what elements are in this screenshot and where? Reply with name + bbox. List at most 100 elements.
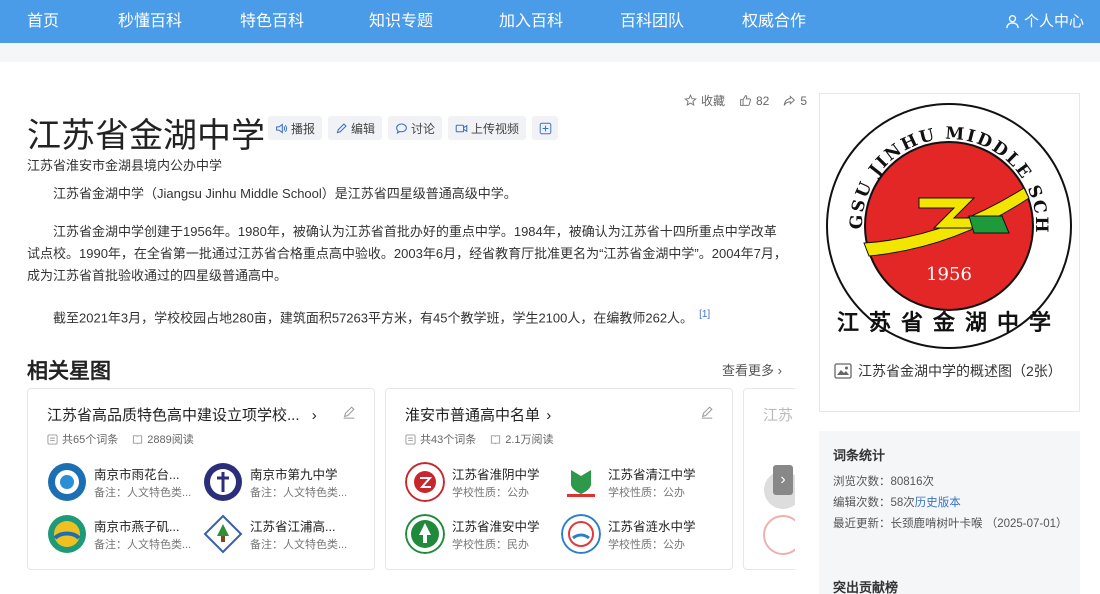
pencil-icon — [336, 122, 347, 133]
speaker-icon — [276, 122, 287, 134]
school-logo — [405, 462, 445, 502]
entry-name: 南京市雨花台... — [94, 468, 180, 482]
user-icon — [1006, 15, 1019, 29]
view-more-link[interactable]: 查看更多 › — [722, 360, 782, 379]
subtitle: 江苏省淮安市金湖县境内公办中学 — [27, 158, 223, 173]
pencil-icon[interactable] — [342, 405, 356, 419]
chevron-right-icon: › — [546, 407, 552, 424]
last-updated: 最近更新：长颈鹿啃树叶卡喉 （2025-07-01） — [833, 518, 1068, 530]
entry-name: 江苏省淮安中学 — [452, 520, 540, 534]
entry-note: 备注：人文特色类... — [94, 539, 192, 551]
entry-name: 江苏省涟水中学 — [608, 520, 696, 534]
nav-authority[interactable]: 权威合作 — [742, 0, 806, 43]
nav-featured[interactable]: 特色百科 — [240, 0, 304, 43]
list-item[interactable]: 南京市第九中学 备注：人文特色类... — [203, 462, 363, 502]
school-emblem: JIANGSU JINHU MIDDLE SCHOOL 1956 江苏省金湖中学 — [824, 98, 1072, 349]
thumbs-up-icon — [740, 95, 751, 106]
school-logo — [561, 514, 601, 554]
collect-button[interactable]: 收藏 — [684, 92, 725, 109]
upload-video-label: 上传视频 — [471, 121, 520, 136]
pencil-icon[interactable] — [700, 405, 714, 419]
plus-icon — [539, 122, 551, 134]
card-title[interactable]: 江苏省高品质特色高中建设立项学校... › — [47, 404, 317, 425]
nav-home[interactable]: 首页 — [27, 0, 59, 43]
overview-image-box[interactable]: JIANGSU JINHU MIDDLE SCHOOL 1956 江苏省金湖中学… — [819, 93, 1080, 412]
svg-text:1956: 1956 — [926, 264, 972, 285]
list-item[interactable]: 江苏省江浦高... 备注：人文特色类... — [203, 514, 363, 554]
entry-note: 学校性质：公办 — [452, 487, 529, 499]
list-item[interactable]: 江苏省涟水中学 学校性质：公办 — [561, 514, 721, 554]
entry-note: 备注：人文特色类... — [250, 487, 348, 499]
image-icon — [834, 363, 852, 379]
school-logo — [47, 514, 87, 554]
school-logo — [561, 462, 601, 502]
card-meta: 共65个词条 2889阅读 — [47, 431, 194, 447]
top-contributors-title: 突出贡献榜 — [833, 580, 899, 594]
entry-note: 学校性质：公办 — [608, 487, 685, 499]
nav-topics[interactable]: 知识专题 — [369, 0, 433, 43]
share-button[interactable]: 5 — [783, 92, 807, 109]
upload-video-button[interactable]: 上传视频 — [448, 116, 527, 140]
related-card[interactable]: 淮安市普通高中名单 › 共43个词条 2.1万阅读 江苏省淮阴中学 学校性质：公… — [385, 388, 733, 570]
school-logo — [405, 514, 445, 554]
list-item[interactable]: 南京市燕子矶... 备注：人文特色类... — [47, 514, 207, 554]
broadcast-button[interactable]: 播报 — [268, 116, 323, 140]
summary-paragraph: 江苏省金湖中学（Jiangsu Jinhu Middle School）是江苏省… — [53, 186, 517, 201]
entry-stats-title: 词条统计 — [833, 448, 886, 463]
nav-team[interactable]: 百科团队 — [620, 0, 684, 43]
like-count: 82 — [755, 93, 770, 108]
school-logo — [203, 462, 243, 502]
page-title: 江苏省金湖中学 — [27, 117, 265, 155]
entry-note: 备注：人文特色类... — [94, 487, 192, 499]
like-button[interactable]: 82 — [739, 92, 769, 109]
nav-join[interactable]: 加入百科 — [499, 0, 563, 43]
list-icon — [47, 433, 58, 445]
list-item[interactable]: 江苏省淮阴中学 学校性质：公办 — [405, 462, 565, 502]
entry-name: 南京市第九中学 — [250, 468, 338, 482]
carousel-next-button[interactable]: › — [773, 465, 793, 495]
image-caption[interactable]: 江苏省金湖中学的概述图（2张） — [834, 360, 1070, 382]
list-item[interactable]: 南京市雨花台... 备注：人文特色类... — [47, 462, 207, 502]
nav-miaodong[interactable]: 秒懂百科 — [118, 0, 182, 43]
school-logo — [203, 514, 243, 554]
history-version-link[interactable]: 历史版本 — [915, 497, 961, 509]
list-icon — [405, 433, 416, 445]
history-paragraph: 江苏省金湖中学创建于1956年。1980年，被确认为江苏省首批办好的重点中学。1… — [27, 224, 787, 283]
edit-button[interactable]: 编辑 — [328, 116, 383, 140]
broadcast-label: 播报 — [291, 121, 316, 136]
collect-label: 收藏 — [700, 94, 725, 108]
entry-name: 江苏省江浦高... — [250, 520, 336, 534]
chevron-right-icon: › — [780, 471, 786, 488]
star-icon — [684, 94, 697, 106]
related-section-title: 相关星图 — [27, 360, 111, 383]
title-tools: 播报 编辑 讨论 上传视频 — [268, 116, 559, 140]
book-icon — [491, 434, 501, 444]
user-center-link[interactable]: 个人中心 — [1005, 0, 1084, 43]
entry-stats-box: 词条统计 浏览次数：80816次 编辑次数：58次历史版本 最近更新：长颈鹿啃树… — [819, 431, 1080, 594]
card-meta: 共43个词条 2.1万阅读 — [405, 431, 554, 447]
top-nav: 首页 秒懂百科 特色百科 知识专题 加入百科 百科团队 权威合作 个人中心 — [0, 0, 1100, 43]
edit-count: 编辑次数：58次历史版本 — [833, 497, 961, 509]
add-button[interactable] — [532, 116, 559, 140]
entry-note: 学校性质：公办 — [608, 539, 685, 551]
card-title[interactable]: 淮安市普通高中名单 › — [405, 404, 551, 425]
entry-name: 南京市燕子矶... — [94, 520, 180, 534]
related-card[interactable]: 江苏省高品质特色高中建设立项学校... › 共65个词条 2889阅读 南京市雨… — [27, 388, 375, 570]
share-icon — [784, 95, 796, 106]
chat-bubble-icon — [396, 123, 407, 134]
entry-note: 学校性质：民办 — [452, 539, 529, 551]
entry-note: 备注：人文特色类... — [250, 539, 348, 551]
citation-link[interactable]: [1] — [699, 309, 710, 320]
discuss-button[interactable]: 讨论 — [388, 116, 443, 140]
entry-actions: 收藏 82 5 — [684, 92, 807, 109]
school-logo — [47, 462, 87, 502]
video-icon — [455, 124, 468, 132]
list-item[interactable]: 江苏省清江中学 学校性质：公办 — [561, 462, 721, 502]
facts-paragraph: 截至2021年3月，学校校园占地280亩，建筑面积57263平方米，有45个教学… — [53, 309, 711, 326]
book-icon — [133, 434, 143, 444]
last-editor[interactable]: 长颈鹿啃树叶卡喉 （2025-07-01） — [891, 518, 1068, 530]
user-center-label: 个人中心 — [1023, 13, 1084, 30]
share-count: 5 — [800, 93, 807, 108]
list-item[interactable]: 江苏省淮安中学 学校性质：民办 — [405, 514, 565, 554]
card-title: 江苏 — [763, 407, 794, 424]
